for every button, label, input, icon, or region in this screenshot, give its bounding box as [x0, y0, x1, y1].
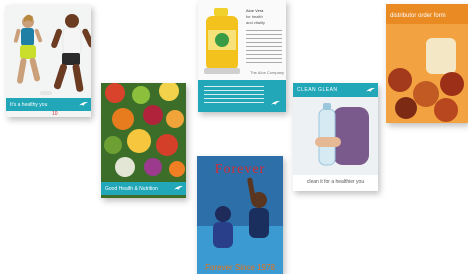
aloe-page-top: Aloe Vera for health and vitality The Al… [198, 0, 286, 80]
aloe-body-line: and vitality [246, 20, 265, 25]
aloe-text-column: Aloe Vera for health and vitality [246, 8, 282, 66]
title-band: It's a healthy you [6, 98, 91, 111]
apples-photo [386, 4, 468, 123]
bird-logo-icon [271, 100, 280, 106]
bird-logo-icon [366, 87, 375, 93]
brochure-travel[interactable]: Forever Forever Since 1978 [197, 156, 283, 274]
aloe-page-bottom [198, 80, 286, 112]
water-caption: clean it for a healthier you [306, 179, 365, 185]
brochure-title: Good Health & Nutrition [105, 186, 158, 192]
brochure-distributor[interactable]: distributor order form [386, 4, 468, 123]
bird-logo-icon [79, 101, 88, 107]
brochure-aloe[interactable]: Aloe Vera for health and vitality The Al… [198, 0, 286, 112]
brochure-fruit[interactable]: Good Health & Nutrition [101, 83, 186, 198]
brochure-water[interactable]: CLEAN GLEAN clean it for a healthier you [293, 83, 378, 191]
travel-title: Forever [214, 162, 266, 177]
travel-footer: Forever Since 1978 [205, 263, 275, 272]
fruit-photo [101, 83, 186, 198]
aloe-footer: The Aloe Company [250, 70, 285, 75]
brochure-fitness[interactable]: It's a healthy you 10 [6, 5, 91, 117]
brochure-title: It's a healthy you [10, 102, 48, 108]
brand-band: CLEAN GLEAN [293, 83, 378, 97]
aloe-bottle-photo [204, 8, 240, 74]
order-form-title: distributor order form [390, 13, 446, 19]
water-bottle-photo [293, 97, 378, 175]
water-brand: CLEAN GLEAN [297, 87, 338, 93]
aloe-text-filler [246, 30, 282, 66]
bird-logo-icon [174, 185, 183, 191]
page-marker: 10 [52, 111, 58, 117]
aloe-text-lines [204, 86, 264, 104]
title-band: Good Health & Nutrition [101, 182, 186, 195]
